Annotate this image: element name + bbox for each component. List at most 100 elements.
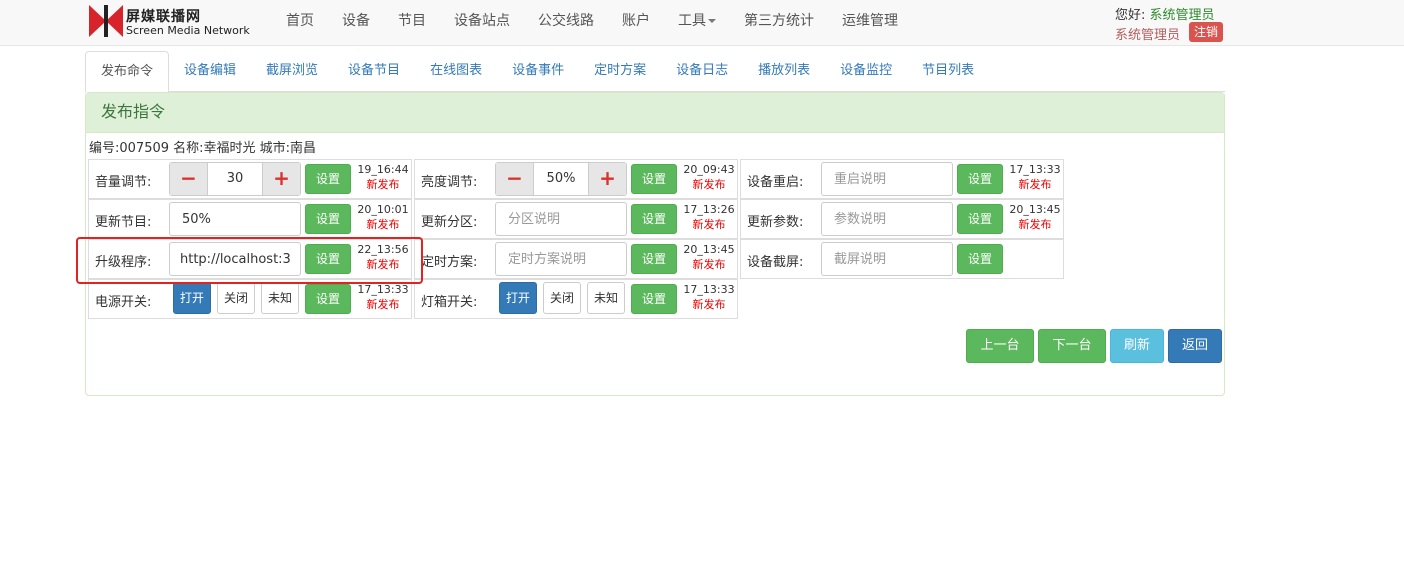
power-on-button[interactable]: 打开 [173,282,212,314]
params-note-input[interactable] [821,202,953,236]
power-cell: 电源开关: 打开 关闭 未知 设置 17_13:33 新发布 [88,279,412,319]
reboot-label: 设备重启: [747,175,804,190]
upgrade-set-button[interactable]: 设置 [305,244,351,274]
refresh-button[interactable]: 刷新 [1110,329,1164,363]
tab-device-events[interactable]: 设备事件 [497,51,579,92]
tab-device-edit[interactable]: 设备编辑 [169,51,251,92]
lightbox-on-button[interactable]: 打开 [499,282,538,314]
reboot-note-input[interactable] [821,162,953,196]
brightness-stepper: − 50% + [495,162,627,196]
power-unknown-button[interactable]: 未知 [261,282,300,314]
logout-button[interactable]: 注销 [1189,22,1224,42]
schedule-cell: 定时方案: 设置 20_13:45 新发布 [414,239,738,279]
tab-schedule-plan[interactable]: 定时方案 [579,51,661,92]
volume-increase-button[interactable]: + [262,163,300,195]
update-partition-cell: 更新分区: 设置 17_13:26 新发布 [414,199,738,239]
power-off-button[interactable]: 关闭 [217,282,256,314]
tab-device-log[interactable]: 设备日志 [661,51,743,92]
brightness-value[interactable]: 50% [534,163,588,195]
volume-cell: 音量调节: − 30 + 设置 19_16:44 新发布 [88,159,412,199]
update-params-new-release: 新发布 [1018,218,1052,231]
nav-tools[interactable]: 工具 [664,0,730,44]
volume-label: 音量调节: [95,175,152,190]
nav-home[interactable]: 首页 [272,0,328,44]
volume-time: 19_16:44 [357,163,409,176]
schedule-set-button[interactable]: 设置 [631,244,677,274]
nav-program[interactable]: 节目 [384,0,440,44]
schedule-status: 20_13:45 新发布 [683,242,735,272]
nav-account[interactable]: 账户 [608,0,664,44]
prev-device-button[interactable]: 上一台 [966,329,1034,363]
top-navbar: 屏媒联播网 Screen Media Network 首页 设备 节目 设备站点… [0,0,1404,46]
volume-value[interactable]: 30 [208,163,262,195]
function-tabs: 发布命令 设备编辑 截屏浏览 设备节目 在线图表 设备事件 定时方案 设备日志 … [85,51,1225,93]
reboot-cell: 设备重启: 设置 17_13:33 新发布 [740,159,1064,199]
update-partition-new-release: 新发布 [692,218,726,231]
brightness-decrease-button[interactable]: − [496,163,534,195]
tab-publish-command[interactable]: 发布命令 [85,51,170,93]
power-time: 17_13:33 [357,283,409,296]
upgrade-url-input[interactable] [169,242,301,276]
brightness-set-button[interactable]: 设置 [631,164,677,194]
reboot-set-button[interactable]: 设置 [957,164,1003,194]
update-params-status: 20_13:45 新发布 [1009,202,1061,232]
volume-set-button[interactable]: 设置 [305,164,351,194]
partition-note-input[interactable] [495,202,627,236]
user-greeting: 您好: 系统管理员 [1115,4,1215,23]
reboot-time: 17_13:33 [1009,163,1061,176]
update-partition-time: 17_13:26 [683,203,735,216]
chevron-down-icon [708,19,716,23]
lightbox-set-button[interactable]: 设置 [631,284,677,314]
volume-stepper: − 30 + [169,162,301,196]
power-new-release: 新发布 [366,298,400,311]
nav-tools-label: 工具 [678,13,706,29]
power-status: 17_13:33 新发布 [357,282,409,312]
tab-playlist[interactable]: 播放列表 [743,51,825,92]
update-program-input[interactable] [169,202,301,236]
tab-device-program[interactable]: 设备节目 [333,51,415,92]
volume-status: 19_16:44 新发布 [357,162,409,192]
device-info: 编号:007509 名称:幸福时光 城市:南昌 [89,141,317,156]
brand-name-cn: 屏媒联播网 [126,9,201,25]
schedule-new-release: 新发布 [692,258,726,271]
nav-device[interactable]: 设备 [328,0,384,44]
greeting-label: 您好: [1115,8,1146,23]
power-set-button[interactable]: 设置 [305,284,351,314]
brightness-status: 20_09:43 新发布 [683,162,735,192]
update-program-set-button[interactable]: 设置 [305,204,351,234]
update-partition-set-button[interactable]: 设置 [631,204,677,234]
user-name[interactable]: 系统管理员 [1150,8,1215,23]
lightbox-off-button[interactable]: 关闭 [543,282,582,314]
tab-online-chart[interactable]: 在线图表 [415,51,497,92]
lightbox-time: 17_13:33 [683,283,735,296]
screenshot-note-input[interactable] [821,242,953,276]
brightness-increase-button[interactable]: + [588,163,626,195]
nav-third-party-stats[interactable]: 第三方统计 [730,0,828,44]
brand-name-en: Screen Media Network [126,24,250,37]
update-partition-label: 更新分区: [421,215,478,230]
user-role: 系统管理员 [1115,28,1181,43]
brightness-cell: 亮度调节: − 50% + 设置 20_09:43 新发布 [414,159,738,199]
back-button[interactable]: 返回 [1168,329,1222,363]
reboot-status: 17_13:33 新发布 [1009,162,1061,192]
nav-device-site[interactable]: 设备站点 [440,0,524,44]
upgrade-time: 22_13:56 [357,243,409,256]
tab-program-list[interactable]: 节目列表 [907,51,989,92]
brand-logo[interactable]: 屏媒联播网 Screen Media Network [89,4,259,38]
schedule-label: 定时方案: [421,255,478,270]
update-params-cell: 更新参数: 设置 20_13:45 新发布 [740,199,1064,239]
volume-decrease-button[interactable]: − [170,163,208,195]
update-params-set-button[interactable]: 设置 [957,204,1003,234]
update-program-label: 更新节目: [95,215,152,230]
reboot-new-release: 新发布 [1018,178,1052,191]
tab-screenshot-browse[interactable]: 截屏浏览 [251,51,333,92]
lightbox-unknown-button[interactable]: 未知 [587,282,626,314]
schedule-note-input[interactable] [495,242,627,276]
nav-ops[interactable]: 运维管理 [828,0,912,44]
tab-device-monitor[interactable]: 设备监控 [825,51,907,92]
screenshot-set-button[interactable]: 设置 [957,244,1003,274]
upgrade-cell: 升级程序: 设置 22_13:56 新发布 [88,239,412,279]
nav-bus-line[interactable]: 公交线路 [524,0,608,44]
update-partition-status: 17_13:26 新发布 [683,202,735,232]
next-device-button[interactable]: 下一台 [1038,329,1106,363]
